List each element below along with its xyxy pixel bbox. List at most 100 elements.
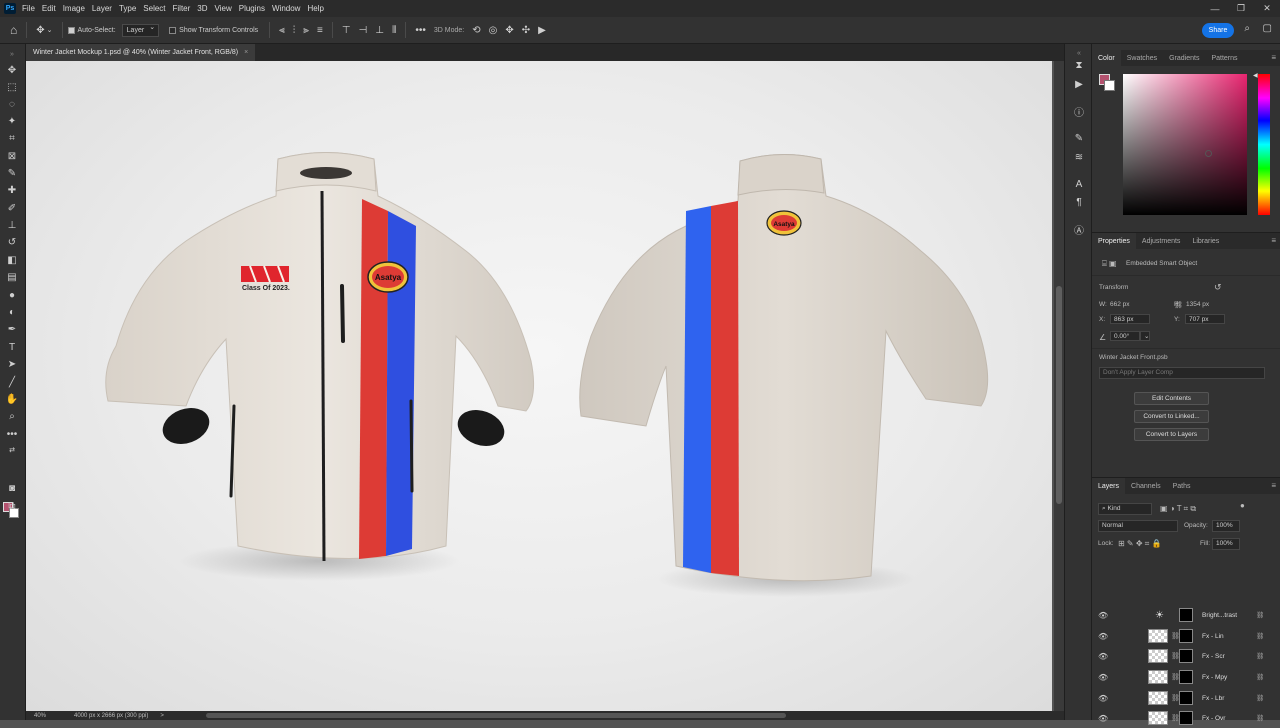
zoom-level[interactable]: 40% [34,713,68,719]
paragraph-panel-icon[interactable]: ¶ [1065,195,1093,209]
lasso-tool-icon[interactable]: ◌ [0,96,24,112]
layer-name[interactable]: Bright...trast [1202,612,1237,619]
tab-gradients[interactable]: Gradients [1163,50,1205,66]
layer-name[interactable]: Fx - Scr [1202,653,1225,660]
canvas-area[interactable]: Class Of 2023. Asatya Asatya [26,61,1056,711]
menu-plugins[interactable]: Plugins [239,4,265,13]
restore-icon[interactable]: ❐ [1228,0,1254,17]
layer-thumbnail[interactable] [1148,629,1168,643]
layer-name[interactable]: Fx - Lbr [1202,695,1224,702]
layer-name[interactable]: Fx - Lin [1202,633,1224,640]
visibility-eye-icon[interactable]: 👁 [1098,673,1108,682]
tab-libraries[interactable]: Libraries [1186,233,1225,249]
reset-transform-icon[interactable]: ↺ [1214,282,1222,293]
filter-toggle-icon[interactable]: ● [1240,501,1245,510]
history-panel-icon[interactable]: ⧗ [1065,58,1093,72]
blend-mode-dropdown[interactable]: Normal [1098,520,1178,532]
scrollbar-thumb[interactable] [1056,286,1062,504]
workspace-icon[interactable]: ▢ [1263,23,1272,34]
actions-panel-icon[interactable]: ▶ [1065,77,1093,91]
align-bottom-icon[interactable]: ⊥ [375,25,384,36]
close-window-icon[interactable]: ✕ [1254,0,1280,17]
3d-pan-icon[interactable]: ✥ [505,25,513,36]
layer-thumbnail[interactable] [1148,691,1168,705]
layer-mask-thumbnail[interactable] [1179,649,1193,663]
3d-camera-icon[interactable]: ▶ [538,25,546,36]
layer-row[interactable]: 👁 ⛓ Fx - Lin ⛓ [1092,626,1272,646]
canvas-vertical-scrollbar[interactable] [1054,61,1064,711]
edit-contents-button[interactable]: Edit Contents [1134,392,1209,405]
visibility-eye-icon[interactable]: 👁 [1098,714,1108,723]
layer-mask-thumbnail[interactable] [1179,608,1193,622]
align-middle-icon[interactable]: ⊣ [359,25,368,36]
zoom-tool-icon[interactable]: ⌕ [0,408,24,424]
tab-properties[interactable]: Properties [1092,233,1136,249]
eyedropper-tool-icon[interactable]: ✎ [0,165,24,181]
close-tab-icon[interactable]: × [244,49,248,56]
layer-filter-dropdown[interactable]: ⌕ Kind [1098,503,1152,515]
layer-mask-thumbnail[interactable] [1179,711,1193,725]
search-icon[interactable]: ⌕ [1244,23,1250,34]
character-panel-icon[interactable]: A [1065,177,1093,191]
opacity-input[interactable]: 100% [1212,520,1240,532]
brush-tool-icon[interactable]: ✐ [0,200,24,216]
tab-channels[interactable]: Channels [1125,478,1167,494]
align-top-icon[interactable]: ⊤ [342,25,351,36]
marquee-tool-icon[interactable]: ⬚ [0,79,24,95]
healing-brush-tool-icon[interactable]: ✚ [0,182,24,198]
layer-comp-dropdown[interactable]: Don't Apply Layer Comp [1099,367,1265,379]
menu-image[interactable]: Image [63,4,85,13]
history-brush-tool-icon[interactable]: ↺ [0,234,24,250]
pen-tool-icon[interactable]: ✒ [0,321,24,337]
move-tool-icon[interactable]: ✥ [36,25,44,36]
chevron-down-icon[interactable]: ⌄ [47,26,53,34]
distribute-icon[interactable]: ≡ [317,25,323,36]
color-picker-marker[interactable] [1205,150,1212,157]
visibility-eye-icon[interactable]: 👁 [1098,652,1108,661]
layer-row[interactable]: 👁 ⛓ Fx - Lbr ⛓ [1092,688,1272,708]
magic-wand-tool-icon[interactable]: ✦ [0,113,24,129]
visibility-eye-icon[interactable]: 👁 [1098,632,1108,641]
home-icon[interactable]: ⌂ [10,23,17,37]
glyphs-panel-icon[interactable]: Ⓐ [1065,222,1093,237]
align-center-horizontal-icon[interactable]: ⫶ [293,25,296,36]
align-left-icon[interactable]: ⫷ [279,25,285,36]
layer-thumbnail[interactable] [1148,711,1168,725]
panel-menu-icon[interactable]: ≡ [1271,53,1276,62]
color-background-swatch[interactable] [1104,80,1115,91]
type-tool-icon[interactable]: T [0,339,24,355]
menu-file[interactable]: File [22,4,35,13]
auto-select-checkbox[interactable]: Auto-Select: [67,26,116,34]
adjustments-icon[interactable]: ≋ [1065,150,1093,164]
menu-layer[interactable]: Layer [92,4,112,13]
menu-window[interactable]: Window [272,4,300,13]
share-button[interactable]: Share [1202,23,1234,38]
angle-dropdown-icon[interactable]: ⌄ [1140,331,1150,341]
layer-mask-thumbnail[interactable] [1179,670,1193,684]
menu-view[interactable]: View [215,4,232,13]
menu-type[interactable]: Type [119,4,136,13]
hue-slider-marker-icon[interactable]: ◀ [1253,72,1258,79]
saturation-value-picker[interactable] [1123,74,1247,215]
3d-slide-icon[interactable]: ✣ [522,25,530,36]
layer-row[interactable]: 👁 ⛓ Fx - Scr ⛓ [1092,646,1272,666]
gradient-tool-icon[interactable]: ▤ [0,269,24,285]
tab-patterns[interactable]: Patterns [1205,50,1243,66]
fill-input[interactable]: 100% [1212,538,1240,550]
convert-to-linked-button[interactable]: Convert to Linked... [1134,410,1209,423]
minimize-icon[interactable]: — [1202,0,1228,17]
tab-adjustments[interactable]: Adjustments [1136,233,1187,249]
clone-stamp-tool-icon[interactable]: ⊥ [0,217,24,233]
align-right-icon[interactable]: ⫸ [303,25,309,36]
move-tool-icon[interactable]: ✥ [0,62,24,78]
layer-name[interactable]: Fx - Ovr [1202,715,1225,722]
visibility-eye-icon[interactable]: 👁 [1098,694,1108,703]
layer-thumbnail[interactable] [1148,649,1168,663]
layer-row[interactable]: 👁 ⛓ Fx - Ovr ⛓ [1092,708,1272,728]
convert-to-layers-button[interactable]: Convert to Layers [1134,428,1209,441]
panel-menu-icon[interactable]: ≡ [1271,481,1276,490]
distribute-vertical-icon[interactable]: ⦀ [392,25,396,36]
frame-tool-icon[interactable]: ⊠ [0,148,24,164]
x-position-input[interactable]: 863 px [1110,314,1150,324]
path-selection-tool-icon[interactable]: ➤ [0,356,24,372]
